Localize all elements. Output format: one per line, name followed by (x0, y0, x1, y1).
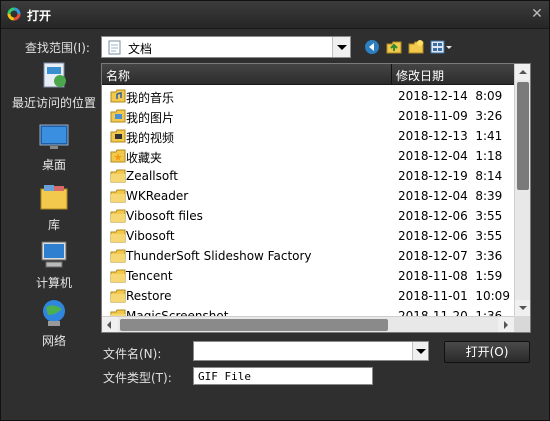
file-name-dropdown-button[interactable] (412, 342, 428, 360)
file-date: 2018-12-07 3:36 (398, 249, 503, 263)
places-bar: 最近访问的位置 桌面 库 计算机 网络 (9, 59, 99, 359)
file-name: Tencent (126, 269, 173, 283)
file-date: 2018-12-14 8:09 (398, 89, 503, 103)
table-row[interactable]: Vibosoft files 2018-12-06 3:55 (102, 206, 514, 226)
computer-icon (41, 241, 67, 268)
file-date: 2018-11-01 10:09 (398, 289, 510, 303)
scroll-left-button[interactable] (102, 317, 118, 332)
file-date: 2018-12-04 8:39 (398, 189, 503, 203)
table-row[interactable]: Vibosoft 2018-12-06 3:55 (102, 226, 514, 246)
folder-icon (110, 249, 126, 263)
file-type-select[interactable]: GIF File (193, 367, 373, 385)
network-icon (43, 300, 65, 326)
look-in-dropdown[interactable]: 文档 (101, 36, 351, 58)
window-title: 打开 (27, 9, 52, 23)
look-in-value: 文档 (128, 42, 153, 56)
place-computer[interactable]: 计算机 (9, 239, 99, 291)
music-folder-icon (110, 89, 126, 103)
place-network[interactable]: 网络 (9, 297, 99, 349)
folder-icon (110, 229, 126, 243)
vertical-scrollbar[interactable] (514, 64, 530, 316)
pictures-folder-icon (110, 109, 126, 123)
scroll-thumb-horizontal[interactable] (120, 319, 388, 331)
file-name-input[interactable] (193, 341, 429, 361)
file-date: 2018-12-19 8:14 (398, 169, 503, 183)
file-name: 收藏夹 (126, 151, 163, 165)
new-folder-icon[interactable] (408, 39, 424, 55)
file-date: 2018-11-08 1:59 (398, 269, 503, 283)
place-recent[interactable]: 最近访问的位置 (9, 59, 99, 111)
folder-icon (110, 209, 126, 223)
scroll-up-button[interactable] (515, 64, 530, 80)
table-row[interactable]: 收藏夹 2018-12-04 1:18 (102, 146, 514, 166)
scroll-right-button[interactable] (498, 317, 514, 332)
scrollbar-corner (514, 316, 530, 332)
table-row[interactable]: Zeallsoft 2018-12-19 8:14 (102, 166, 514, 186)
table-row[interactable]: 我的图片 2018-11-09 3:26 (102, 106, 514, 126)
folder-icon (110, 189, 126, 203)
table-row[interactable]: WKReader 2018-12-04 8:39 (102, 186, 514, 206)
table-row[interactable]: ThunderSoft Slideshow Factory 2018-12-07 … (102, 246, 514, 266)
desktop-icon (39, 124, 69, 149)
chevron-down-icon (416, 349, 426, 354)
table-row[interactable]: 我的音乐 2018-12-14 8:09 (102, 86, 514, 106)
videos-folder-icon (110, 129, 126, 143)
file-date: 2018-12-04 1:18 (398, 149, 503, 163)
file-name: 我的图片 (126, 111, 175, 125)
file-name: Vibosoft files (126, 209, 203, 223)
place-library[interactable]: 库 (9, 181, 99, 233)
file-date: 2018-11-09 3:26 (398, 109, 503, 123)
view-menu-icon[interactable] (430, 39, 454, 55)
column-date-header[interactable]: 修改日期 (392, 64, 514, 85)
title-bar: 打开 ✕ (1, 1, 549, 29)
colorful-ring-icon (7, 7, 21, 21)
place-label-library: 库 (47, 218, 60, 232)
file-name: Vibosoft (126, 229, 175, 243)
up-folder-icon[interactable] (386, 39, 402, 55)
close-button[interactable]: ✕ (530, 7, 544, 21)
scroll-down-button[interactable] (515, 300, 530, 316)
open-button[interactable]: 打开(O) (444, 341, 530, 363)
file-type-label: 文件类型(T): (103, 371, 172, 385)
file-date: 2018-12-06 3:55 (398, 229, 503, 243)
file-name: WKReader (126, 189, 189, 203)
library-icon (40, 185, 68, 210)
open-file-dialog: 打开 ✕ 查找范围(I): 文档 最近访问的位置 桌面 库 计算机 网络 名称 … (0, 0, 550, 421)
look-in-label: 查找范围(I): (25, 41, 90, 55)
look-in-dropdown-button[interactable] (332, 37, 350, 57)
place-label-desktop: 桌面 (41, 158, 66, 172)
place-desktop[interactable]: 桌面 (9, 121, 99, 173)
back-globe-icon[interactable] (364, 39, 380, 55)
chevron-down-icon (337, 45, 347, 50)
file-name: Zeallsoft (126, 169, 178, 183)
column-name-header[interactable]: 名称 (102, 64, 392, 85)
folder-icon (110, 269, 126, 283)
place-label-computer: 计算机 (35, 276, 72, 290)
file-name: ThunderSoft Slideshow Factory (126, 249, 312, 263)
place-label-recent: 最近访问的位置 (11, 96, 96, 110)
file-list: 名称 修改日期 我的音乐 2018-12-14 8:09 我的图片 2018-11-0… (101, 63, 531, 333)
file-name: Restore (126, 289, 172, 303)
file-date: 2018-12-13 1:41 (398, 129, 503, 143)
table-row[interactable]: 我的视频 2018-12-13 1:41 (102, 126, 514, 146)
table-row[interactable]: Restore 2018-11-01 10:09 (102, 286, 514, 306)
place-label-network: 网络 (41, 334, 66, 348)
file-name: 我的音乐 (126, 91, 175, 105)
documents-icon (108, 40, 121, 55)
file-date: 2018-12-06 3:55 (398, 209, 503, 223)
scroll-thumb-vertical[interactable] (517, 82, 529, 190)
recent-places-icon (43, 62, 66, 88)
list-header: 名称 修改日期 (102, 64, 514, 85)
horizontal-scrollbar[interactable] (102, 316, 514, 332)
folder-icon (110, 289, 126, 303)
file-name: 我的视频 (126, 131, 175, 145)
table-row[interactable]: Tencent 2018-11-08 1:59 (102, 266, 514, 286)
file-name-label: 文件名(N): (103, 347, 162, 361)
favorites-folder-icon (110, 149, 126, 163)
folder-icon (110, 169, 126, 183)
